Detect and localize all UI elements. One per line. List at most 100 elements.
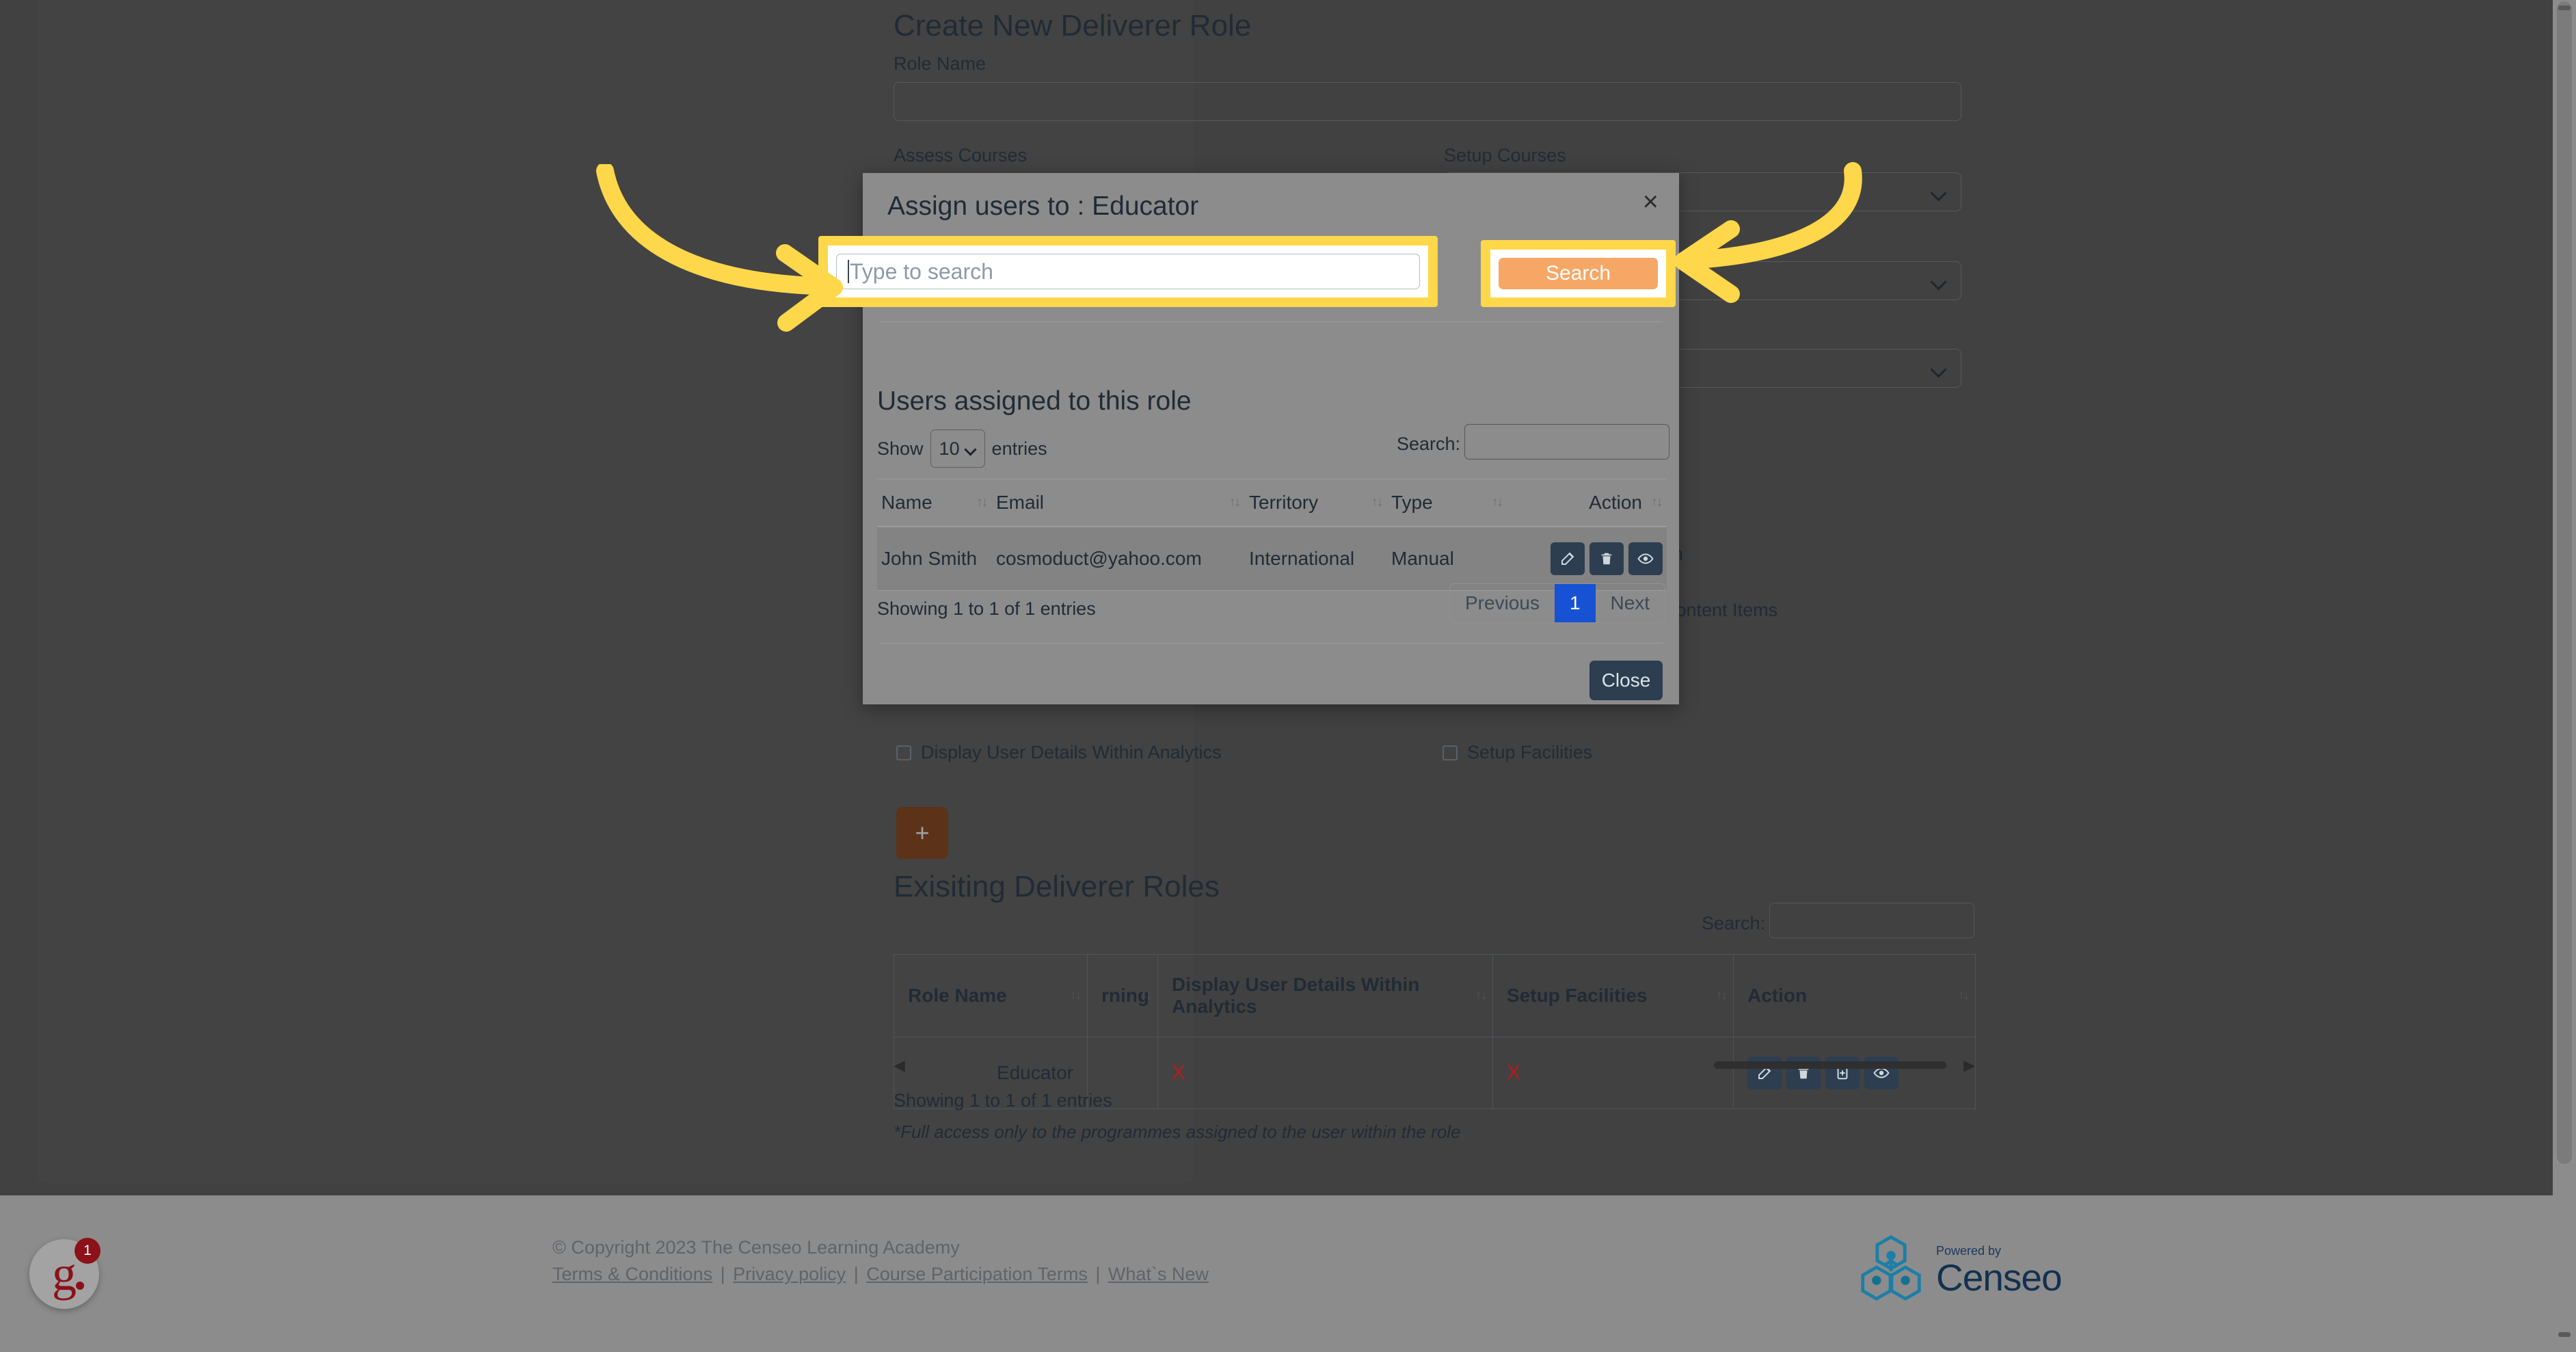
checkbox-label: Display User Details Within Analytics	[921, 742, 1222, 763]
checkbox-display-user-details[interactable]: Display User Details Within Analytics	[896, 742, 1222, 763]
plus-icon: +	[915, 819, 930, 847]
table-header-row: Name ↑↓ Email ↑↓ Territory ↑↓ Type ↑↓ Ac…	[877, 479, 1667, 527]
cell-territory: International	[1245, 527, 1387, 591]
page-size-select[interactable]: 10	[930, 429, 985, 468]
existing-roles-title: Exisiting Deliverer Roles	[894, 870, 1220, 903]
widget-letter: g	[52, 1246, 77, 1301]
scroll-thumb[interactable]	[1714, 1061, 1946, 1069]
censeo-brand-label: Censeo	[1936, 1256, 2063, 1299]
col-learning[interactable]: rning ↑↓	[1087, 954, 1158, 1037]
checkbox-icon[interactable]	[1443, 745, 1458, 760]
col-action[interactable]: Action ↑↓	[1507, 479, 1667, 527]
link-course-participation-terms[interactable]: Course Participation Terms	[866, 1264, 1088, 1284]
roles-search-input[interactable]	[1769, 903, 1974, 938]
table-row: John Smith cosmoduct@yahoo.com Internati…	[877, 527, 1667, 591]
sort-icon: ↑↓	[1492, 495, 1503, 509]
trash-icon[interactable]	[1589, 542, 1624, 575]
scroll-right-arrow-icon[interactable]: ▶	[1963, 1057, 1975, 1074]
users-assigned-title: Users assigned to this role	[877, 386, 1192, 416]
close-icon[interactable]: ×	[1643, 188, 1659, 215]
modal-divider-top	[879, 321, 1663, 322]
modal-showing-entries: Showing 1 to 1 of 1 entries	[877, 598, 1096, 619]
sort-icon: ↑↓	[1229, 495, 1241, 509]
occluded-label-2: Content Items	[1663, 600, 1778, 620]
link-whats-new[interactable]: What`s New	[1108, 1264, 1209, 1284]
modal-table-search-input[interactable]	[1464, 424, 1669, 460]
col-display-user-details[interactable]: Display User Details Within Analytics ↑↓	[1157, 954, 1493, 1037]
cell-email: cosmoduct@yahoo.com	[992, 527, 1245, 591]
pagination-next[interactable]: Next	[1596, 584, 1665, 622]
pagination-page-1[interactable]: 1	[1554, 584, 1596, 622]
cell-type: Manual	[1387, 527, 1507, 591]
assess-courses-label: Assess Courses	[894, 145, 1028, 165]
page-size-value: 10	[939, 438, 960, 459]
search-field-highlight-inner: Type to search	[828, 246, 1428, 297]
page-scrollbar[interactable]	[2553, 0, 2576, 1352]
setup-courses-label: Setup Courses	[1444, 145, 1566, 165]
search-button[interactable]: Search	[1499, 258, 1658, 289]
search-button-highlight: Search	[1481, 240, 1676, 307]
checkbox-setup-facilities[interactable]: Setup Facilities	[1443, 742, 1592, 763]
cell-action	[1733, 1037, 1976, 1109]
cell-display-user-details: X	[1157, 1037, 1493, 1109]
user-search-input[interactable]: Type to search	[836, 254, 1420, 289]
row-action-group	[1512, 542, 1663, 575]
role-name-label: Role Name	[894, 53, 987, 74]
search-button-highlight-inner: Search	[1490, 250, 1666, 297]
cell-action	[1507, 527, 1667, 591]
text-caret	[848, 260, 849, 283]
censeo-hex-logo-icon	[1858, 1234, 1924, 1306]
existing-roles-table: Role Name ↑↓ rning ↑↓ Display User Detai…	[894, 954, 1976, 1109]
col-action[interactable]: Action ↑↓	[1733, 954, 1976, 1037]
search-field-highlight: Type to search	[818, 236, 1438, 307]
cell-setup-facilities: X	[1492, 1037, 1734, 1109]
scrollbar-thumb[interactable]	[2557, 1, 2572, 1164]
col-setup-facilities[interactable]: Setup Facilities ↑↓	[1492, 954, 1734, 1037]
pagination-previous[interactable]: Previous	[1450, 584, 1555, 622]
modal-header: Assign users to : Educator ×	[863, 173, 1679, 239]
site-footer	[0, 1195, 2566, 1352]
eye-icon[interactable]	[1628, 542, 1663, 575]
user-search-placeholder: Type to search	[850, 259, 993, 284]
sort-icon: ↑↓	[976, 495, 988, 509]
edit-icon[interactable]	[1551, 542, 1585, 575]
close-button[interactable]: Close	[1589, 661, 1663, 700]
show-label: Show	[877, 438, 924, 459]
search-button-label: Search	[1545, 262, 1611, 284]
link-privacy-policy[interactable]: Privacy policy	[733, 1264, 846, 1284]
link-terms-conditions[interactable]: Terms & Conditions	[552, 1264, 712, 1284]
close-button-label: Close	[1601, 670, 1651, 691]
role-name-input[interactable]	[894, 82, 1961, 121]
widget-badge-count: 1	[75, 1238, 100, 1264]
scrollbar-cap-bottom	[2558, 1332, 2571, 1337]
app-page: Courses › Content Library › Pathways ›	[0, 0, 2576, 1352]
censeo-wordmark: Powered by Censeo	[1936, 1243, 2063, 1299]
help-widget-button[interactable]: g 1	[29, 1238, 100, 1309]
link-separator: |	[853, 1264, 859, 1284]
add-role-button[interactable]: +	[896, 807, 948, 859]
scrollbar-cap-top	[2558, 5, 2571, 10]
widget-dot-icon	[76, 1282, 84, 1290]
checkbox-icon[interactable]	[896, 745, 911, 760]
sort-icon: ↑↓	[1651, 495, 1663, 509]
powered-by-label: Powered by	[1936, 1243, 2002, 1258]
sort-icon: ↑↓	[1958, 988, 1970, 1003]
sort-icon: ↑↓	[1070, 988, 1082, 1003]
col-role-name[interactable]: Role Name ↑↓	[894, 954, 1088, 1037]
col-email[interactable]: Email ↑↓	[992, 479, 1245, 527]
table-horizontal-scrollbar[interactable]: ◀ ▶	[894, 1057, 1975, 1074]
show-entries-control: Show 10 entries	[877, 429, 1047, 468]
col-type[interactable]: Type ↑↓	[1387, 479, 1507, 527]
col-territory[interactable]: Territory ↑↓	[1245, 479, 1387, 527]
modal-title: Assign users to : Educator	[887, 191, 1199, 221]
roles-search-label: Search:	[1702, 913, 1766, 933]
roles-showing-entries: Showing 1 to 1 of 1 entries	[894, 1090, 1112, 1111]
assigned-users-table: Name ↑↓ Email ↑↓ Territory ↑↓ Type ↑↓ Ac…	[877, 479, 1667, 591]
modal-table-search-label: Search:	[1397, 434, 1461, 454]
link-separator: |	[720, 1264, 725, 1284]
link-separator: |	[1095, 1264, 1101, 1284]
col-name[interactable]: Name ↑↓	[877, 479, 992, 527]
pagination: Previous 1 Next	[1449, 583, 1666, 623]
checkbox-label: Setup Facilities	[1467, 742, 1593, 763]
scroll-left-arrow-icon[interactable]: ◀	[894, 1057, 905, 1074]
